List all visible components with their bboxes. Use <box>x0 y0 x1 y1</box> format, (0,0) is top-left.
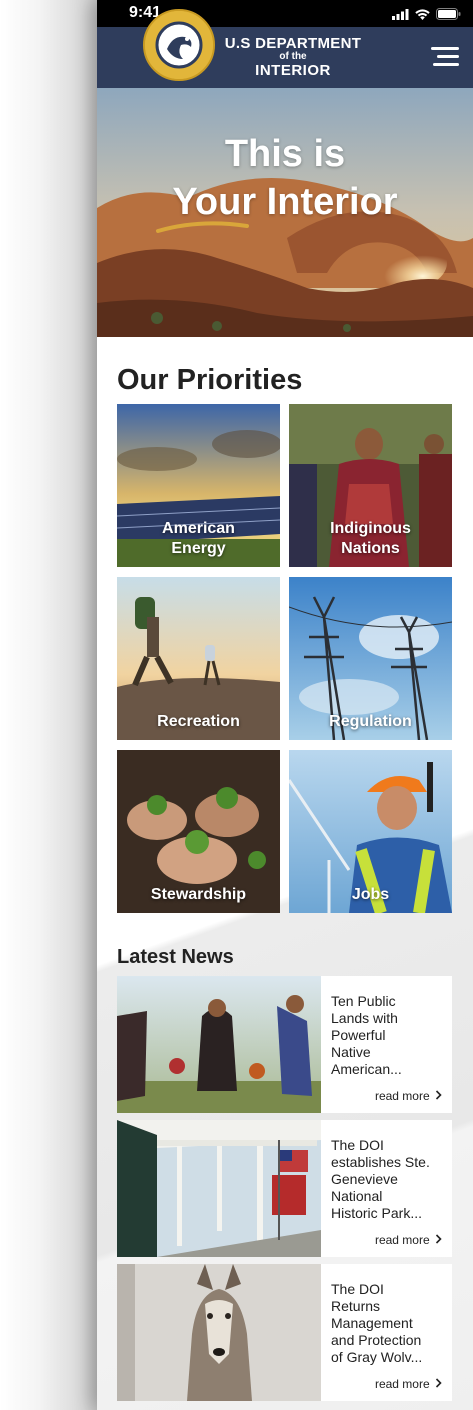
tile-label: Indiginous Nations <box>289 519 452 559</box>
tile-label-line-1: American <box>162 520 235 537</box>
tile-label: Stewardship <box>117 885 280 905</box>
news-card[interactable]: The DOI Returns Management and Protectio… <box>117 1264 452 1401</box>
priority-tile-recreation[interactable]: Recreation <box>117 577 280 740</box>
page-backdrop <box>0 0 97 1410</box>
chevron-right-icon <box>435 1234 442 1244</box>
read-more-link[interactable]: read more <box>375 1377 442 1391</box>
wifi-icon <box>415 8 430 20</box>
signal-icon <box>392 8 409 20</box>
headline-line: establishes Ste. <box>331 1154 430 1170</box>
headline-line: American... <box>331 1061 402 1077</box>
headline-line: and Protection <box>331 1332 422 1348</box>
headline-line: Returns <box>331 1298 381 1314</box>
wordmark-line-2: of the <box>279 51 307 62</box>
tile-label-line-1: Regulation <box>329 713 412 730</box>
tile-label-line-2: Nations <box>341 540 400 557</box>
site-wordmark[interactable]: U.S DEPARTMENT of the INTERIOR <box>215 36 371 78</box>
hero-title-line-2: Your Interior <box>172 181 398 223</box>
latest-news-heading: Latest News <box>117 946 234 968</box>
headline-line: Lands with <box>331 1010 398 1026</box>
chevron-right-icon <box>435 1090 442 1100</box>
headline-line: National <box>331 1188 383 1204</box>
tile-label: American Energy <box>117 519 280 559</box>
headline-line: Genevieve <box>331 1171 398 1187</box>
news-card[interactable]: The DOI establishes Ste. Genevieve Natio… <box>117 1120 452 1257</box>
read-more-link[interactable]: read more <box>375 1233 442 1247</box>
tile-label-line-1: Recreation <box>157 713 240 730</box>
read-more-label: read more <box>374 1233 430 1247</box>
department-seal-logo[interactable] <box>143 9 215 81</box>
headline-line: of Gray Wolv... <box>331 1349 423 1365</box>
tile-label-line-1: Indiginous <box>330 520 411 537</box>
read-more-label: read more <box>374 1377 430 1391</box>
tile-label-line-1: Stewardship <box>150 886 247 903</box>
tile-label-line-2: Energy <box>171 540 226 557</box>
news-headline: The DOI establishes Ste. Genevieve Natio… <box>331 1137 446 1222</box>
headline-line: Ten Public <box>331 993 396 1009</box>
phone-screen: 9:41 U.S DEPARTMENT of the INTERIOR This… <box>97 0 473 1410</box>
news-headline: The DOI Returns Management and Protectio… <box>331 1281 446 1366</box>
news-thumbnail <box>117 1264 321 1401</box>
headline-line: The DOI <box>331 1137 384 1153</box>
headline-line: The DOI <box>331 1281 384 1297</box>
hero-banner: This is Your Interior <box>97 88 473 337</box>
priority-tile-american-energy[interactable]: American Energy <box>117 404 280 567</box>
headline-line: Powerful <box>331 1027 386 1043</box>
headline-line: Historic Park... <box>331 1205 423 1221</box>
news-card[interactable]: Ten Public Lands with Powerful Native Am… <box>117 976 452 1113</box>
priority-tile-indiginous-nations[interactable]: Indiginous Nations <box>289 404 452 567</box>
gray-wolf-image <box>117 1264 321 1401</box>
menu-button[interactable] <box>429 46 461 68</box>
wordmark-line-3: INTERIOR <box>255 62 331 79</box>
wordmark-line-1: U.S DEPARTMENT <box>224 35 362 52</box>
priority-tile-jobs[interactable]: Jobs <box>289 750 452 913</box>
tile-label: Recreation <box>117 712 280 732</box>
tile-label: Regulation <box>289 712 452 732</box>
headline-line: Native <box>331 1044 371 1060</box>
battery-icon <box>436 8 461 20</box>
headline-line: Management <box>331 1315 413 1331</box>
tile-label-line-1: Jobs <box>351 886 390 903</box>
menu-icon <box>431 47 459 66</box>
read-more-link[interactable]: read more <box>375 1089 442 1103</box>
hero-title-line-1: This is <box>224 133 346 175</box>
tile-label: Jobs <box>289 885 452 905</box>
read-more-label: read more <box>374 1089 430 1103</box>
chevron-right-icon <box>435 1378 442 1388</box>
priority-tile-stewardship[interactable]: Stewardship <box>117 750 280 913</box>
priorities-heading: Our Priorities <box>117 364 303 396</box>
priority-tile-regulation[interactable]: Regulation <box>289 577 452 740</box>
news-thumbnail <box>117 976 321 1113</box>
title-underline-decoration <box>156 221 249 233</box>
news-headline: Ten Public Lands with Powerful Native Am… <box>331 993 446 1078</box>
news-thumbnail <box>117 1120 321 1257</box>
powwow-dancers-image <box>117 976 321 1113</box>
historic-building-porch-image <box>117 1120 321 1257</box>
